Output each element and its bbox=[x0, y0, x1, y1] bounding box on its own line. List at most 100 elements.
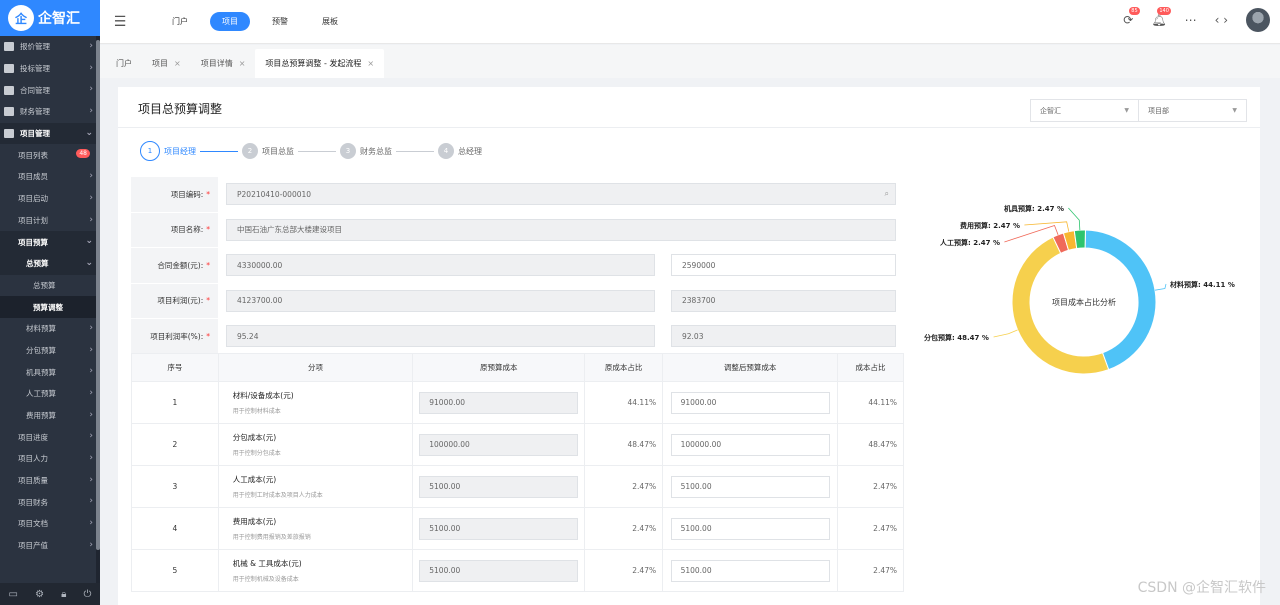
adj-cost-input[interactable]: 5100.00 bbox=[670, 475, 830, 498]
adj-cost-input[interactable]: 5100.00 bbox=[670, 517, 830, 540]
table-row: 5 机械 & 工具成本(元) 用于控制机械及设备成本 5100.00 2.47% 5100… bbox=[131, 549, 904, 592]
sidebar-item[interactable]: 项目质量 › bbox=[0, 470, 100, 492]
sidebar-item[interactable]: 材料预算 › bbox=[0, 318, 100, 340]
pct-cell: 2.47% bbox=[837, 507, 904, 550]
sidebar-item-label: 财务管理 bbox=[20, 107, 50, 117]
orig-cost-field[interactable]: 5100.00 bbox=[419, 517, 579, 540]
sidebar-item[interactable]: 总预算 ⌄ bbox=[0, 252, 100, 275]
adj-cost-value: 5100.00 bbox=[680, 524, 712, 533]
profit-field[interactable]: 4123700.00 bbox=[226, 289, 655, 312]
page-tab[interactable]: 门户 bbox=[106, 49, 142, 78]
sidebar-item[interactable]: 项目文档 › bbox=[0, 513, 100, 535]
profit-rate-field[interactable]: 95.24 bbox=[226, 325, 655, 348]
sidebar-item[interactable]: 项目管理 ⌄ bbox=[0, 122, 100, 145]
adj-cost-input[interactable]: 5100.00 bbox=[670, 559, 830, 582]
project-code-field[interactable]: P20210410-000010 ⌕ bbox=[226, 183, 896, 206]
sidebar-item[interactable]: 机具预算 › bbox=[0, 361, 100, 383]
sync-icon[interactable]: ⟳ 85 bbox=[1123, 7, 1140, 27]
col-header: 分项 bbox=[217, 353, 414, 382]
monitor-icon[interactable]: ▭ bbox=[9, 589, 18, 600]
sidebar-item[interactable]: 投标管理 › bbox=[0, 58, 100, 80]
adj-cost-value: 5100.00 bbox=[680, 482, 712, 491]
sidebar-item[interactable]: 分包预算 › bbox=[0, 340, 100, 362]
orig-cost-field[interactable]: 5100.00 bbox=[419, 475, 579, 498]
step-number: 1 bbox=[140, 141, 160, 161]
contract-amount-field[interactable]: 4330000.00 bbox=[226, 254, 655, 277]
orig-cost-field[interactable]: 91000.00 bbox=[419, 391, 579, 414]
budget-table: 序号 分项 原预算成本 原成本占比 调整后预算成本 成本占比 1 材料/设备成本(… bbox=[131, 353, 904, 592]
adj-cost-cell: 5100.00 bbox=[662, 465, 839, 508]
bell-icon[interactable]: 🔔︎ 140 bbox=[1151, 7, 1171, 27]
pie-slice[interactable] bbox=[1073, 229, 1086, 250]
sidebar-item[interactable]: 项目计划 › bbox=[0, 210, 100, 232]
approval-step: 1 项目经理 bbox=[140, 141, 196, 161]
table-row: 2 分包成本(元) 用于控制分包成本 100000.00 48.47% 100000.00… bbox=[131, 423, 904, 466]
lock-icon[interactable]: 🔒︎ bbox=[61, 589, 66, 600]
sidebar-item[interactable]: 预算调整 bbox=[0, 296, 100, 318]
sidebar-item[interactable]: 项目成员 › bbox=[0, 166, 100, 188]
nav-tab[interactable]: 项目 bbox=[210, 12, 250, 31]
search-icon[interactable]: ⌕ bbox=[885, 189, 889, 199]
dept-select[interactable]: 项目部 ▼ bbox=[1138, 99, 1247, 122]
sidebar-item[interactable]: 项目预算 ⌄ bbox=[0, 231, 100, 253]
adj-cost-input[interactable]: 100000.00 bbox=[670, 433, 830, 456]
sidebar-item[interactable]: 项目进度 › bbox=[0, 426, 100, 448]
sidebar-item[interactable]: 项目启动 › bbox=[0, 188, 100, 210]
sidebar-item-label: 项目预算 bbox=[18, 237, 48, 247]
nav-tab[interactable]: 展板 bbox=[310, 12, 350, 31]
sidebar-item[interactable]: 项目人力 › bbox=[0, 448, 100, 470]
approval-step: 4 总经理 bbox=[438, 143, 482, 159]
company-select[interactable]: 企智汇 ▼ bbox=[1030, 99, 1139, 122]
avatar[interactable] bbox=[1246, 8, 1270, 32]
page-tab[interactable]: 项目详情 × bbox=[191, 49, 256, 78]
sidebar-item[interactable]: 总预算 bbox=[0, 275, 100, 297]
power-icon[interactable]: ⏻ bbox=[84, 589, 92, 600]
brand-logo[interactable]: 企 企智汇 bbox=[0, 0, 100, 36]
cost-item-desc: 用于控制机械及设备成本 bbox=[232, 576, 299, 583]
profit-rate-adjusted-field[interactable]: 92.03 bbox=[671, 325, 896, 348]
nav-tab[interactable]: 预警 bbox=[260, 12, 300, 31]
orig-cost-cell: 91000.00 bbox=[412, 381, 586, 424]
orig-cost-value: 5100.00 bbox=[429, 524, 461, 533]
adj-cost-cell: 91000.00 bbox=[662, 381, 839, 424]
sidebar-item-label: 合同管理 bbox=[20, 85, 50, 95]
contract-adjusted-field[interactable]: 2590000 bbox=[671, 254, 896, 277]
close-icon[interactable]: × bbox=[174, 59, 181, 68]
page-tab[interactable]: 项目总预算调整 - 发起流程 × bbox=[255, 49, 385, 78]
profit-adjusted-field[interactable]: 2383700 bbox=[671, 289, 896, 312]
sidebar-item[interactable]: 费用预算 › bbox=[0, 405, 100, 427]
sidebar-item[interactable]: 财务管理 › bbox=[0, 101, 100, 123]
sidebar-scroll-thumb[interactable] bbox=[96, 40, 100, 550]
cost-item: 分包成本(元) 用于控制分包成本 bbox=[217, 423, 414, 466]
label-leader-line bbox=[1154, 283, 1167, 291]
chevron-icon: › bbox=[89, 453, 93, 464]
step-connector bbox=[200, 150, 238, 152]
gear-icon[interactable]: ⚙ bbox=[35, 589, 44, 600]
adj-cost-input[interactable]: 91000.00 bbox=[670, 391, 830, 414]
more-icon[interactable]: ⋯ bbox=[1185, 13, 1197, 27]
contract-label: 合同金额(元): bbox=[157, 260, 204, 270]
code-icon[interactable]: ‹ › bbox=[1215, 13, 1228, 27]
menu-toggle-icon[interactable]: ☰ bbox=[100, 14, 140, 30]
cost-share-chart: 材料预算: 44.11 % 分包预算: 48.47 % 人工预算: 2.47 % 费用… bbox=[908, 187, 1260, 407]
sidebar-item[interactable]: 合同管理 › bbox=[0, 79, 100, 101]
orig-cost-cell: 100000.00 bbox=[412, 423, 586, 466]
nav-tab[interactable]: 门户 bbox=[160, 12, 200, 31]
approval-step: 2 项目总监 bbox=[242, 143, 294, 159]
sidebar-item[interactable]: 项目列表 48 bbox=[0, 144, 100, 166]
pct-value: 48.47% bbox=[868, 440, 897, 449]
orig-cost-field[interactable]: 5100.00 bbox=[419, 559, 579, 582]
count-badge: 48 bbox=[76, 149, 90, 159]
page-tab[interactable]: 项目 × bbox=[142, 49, 191, 78]
sidebar-item[interactable]: 项目财务 › bbox=[0, 491, 100, 513]
orig-pct-cell: 2.47% bbox=[584, 507, 664, 550]
orig-cost-field[interactable]: 100000.00 bbox=[419, 433, 579, 456]
sidebar-item[interactable]: 报价管理 › bbox=[0, 36, 100, 58]
close-icon[interactable]: × bbox=[367, 59, 374, 68]
adj-cost-value: 100000.00 bbox=[680, 440, 722, 449]
close-icon[interactable]: × bbox=[239, 59, 246, 68]
watermark: CSDN @企智汇软件 bbox=[1137, 580, 1266, 596]
project-name-field[interactable]: 中国石油广东总部大楼建设项目 bbox=[226, 218, 896, 241]
sidebar-item[interactable]: 人工预算 › bbox=[0, 383, 100, 405]
sidebar-item[interactable]: 项目产值 › bbox=[0, 535, 100, 557]
